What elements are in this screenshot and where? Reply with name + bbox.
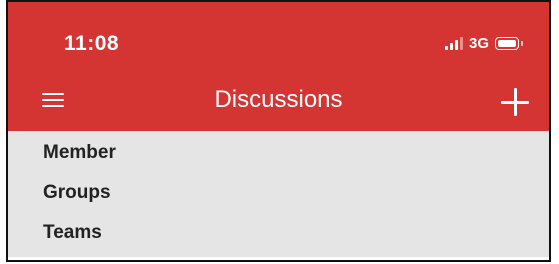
status-indicators: 3G [444, 34, 523, 52]
plus-icon[interactable] [501, 88, 529, 116]
bottom-divider [8, 257, 549, 260]
phone-screen: 11:08 3G Discussions Member Groups Teams [6, 0, 551, 262]
list-item-member[interactable]: Member [8, 133, 549, 173]
status-time: 11:08 [64, 32, 120, 55]
app-header: 11:08 3G Discussions [8, 2, 549, 131]
cellular-signal-icon [444, 36, 463, 50]
page-title: Discussions [214, 86, 343, 113]
list-item-teams[interactable]: Teams [8, 213, 549, 253]
battery-icon [495, 36, 523, 50]
network-type: 3G [468, 34, 489, 52]
discussion-category-list: Member Groups Teams [8, 131, 549, 253]
list-item-groups[interactable]: Groups [8, 173, 549, 213]
